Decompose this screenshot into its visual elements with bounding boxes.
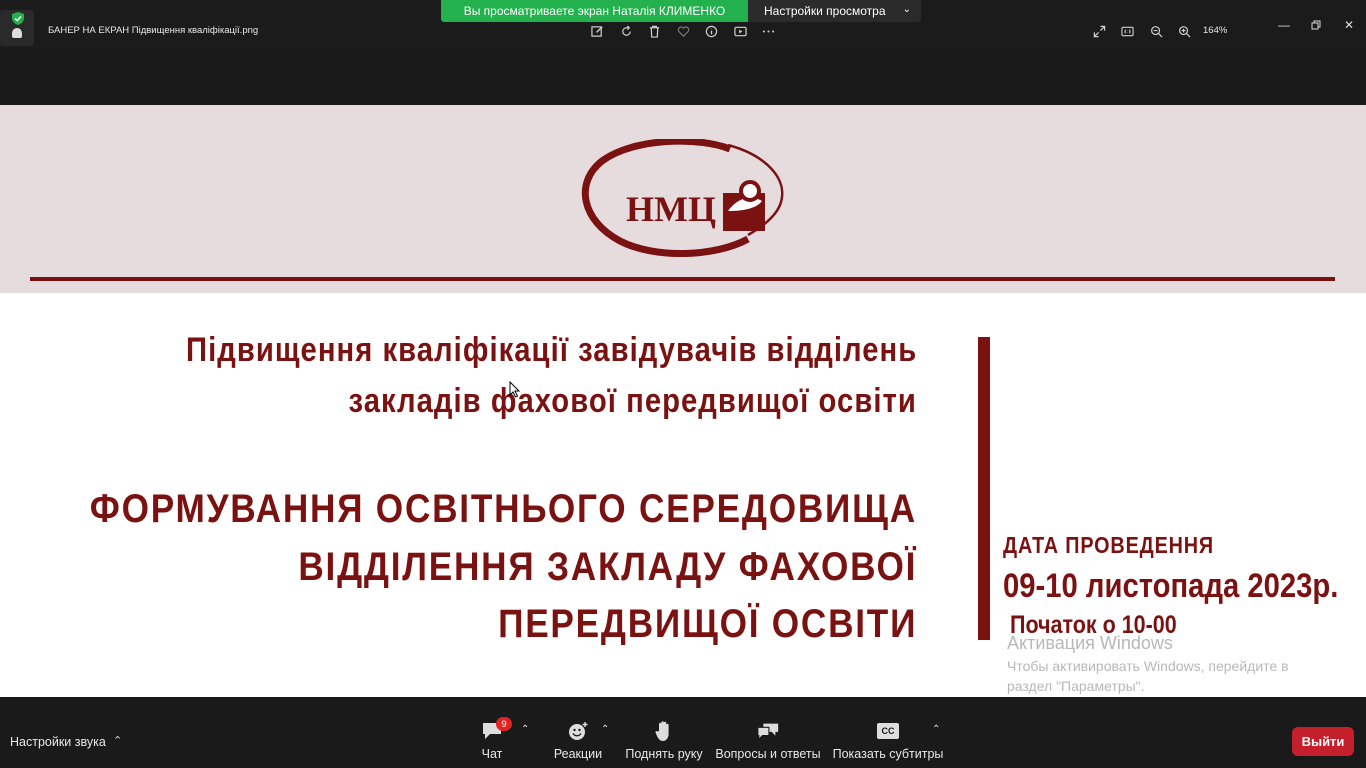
heading-line-2: закладів фахової передвищої освіти xyxy=(348,382,917,420)
close-icon[interactable]: ✕ xyxy=(1341,17,1357,33)
restore-icon[interactable] xyxy=(1308,17,1324,33)
hand-icon xyxy=(652,720,676,742)
user-icon xyxy=(12,28,22,38)
expand-icon[interactable] xyxy=(1091,23,1107,39)
info-icon[interactable] xyxy=(703,23,719,39)
windows-activation-text: Чтобы активировать Windows, перейдите в … xyxy=(1007,658,1289,694)
view-settings-label: Настройки просмотра xyxy=(764,4,886,18)
heading-line-1: Підвищення кваліфікації завідувачів відд… xyxy=(185,331,917,369)
mouse-cursor-icon xyxy=(509,381,520,398)
view-settings-button[interactable]: Настройки просмотра ⌄ xyxy=(748,0,921,22)
reactions-label: Реакции xyxy=(553,747,603,761)
windows-activation-title: Активация Windows xyxy=(1007,633,1173,653)
chat-label: Чат xyxy=(481,747,503,761)
app-icon[interactable] xyxy=(0,10,34,46)
captions-label: Показать субтитры xyxy=(832,747,944,761)
slide-rule xyxy=(30,277,1335,281)
rotate-icon[interactable] xyxy=(618,23,634,39)
exit-button[interactable]: Выйти xyxy=(1292,727,1354,756)
qa-icon xyxy=(756,720,780,742)
logo-text: НМЦ xyxy=(626,189,716,229)
shield-icon xyxy=(12,12,24,25)
qa-label: Вопросы и ответы xyxy=(715,747,821,761)
chevron-up-icon[interactable]: ⌃ xyxy=(601,724,609,735)
chevron-up-icon[interactable]: ⌃ xyxy=(113,734,122,747)
captions-button[interactable]: CC Показать субтитры xyxy=(833,720,943,766)
vertical-divider xyxy=(978,337,990,640)
slideshow-icon[interactable] xyxy=(732,23,748,39)
chat-badge: 9 xyxy=(496,717,512,731)
delete-icon[interactable] xyxy=(646,23,662,39)
raise-hand-button[interactable]: Поднять руку xyxy=(623,720,705,766)
chevron-up-icon[interactable]: ⌃ xyxy=(521,724,529,735)
raise-hand-label: Поднять руку xyxy=(625,747,703,761)
zoom-level[interactable]: 164% xyxy=(1203,25,1227,36)
more-icon[interactable] xyxy=(760,23,776,39)
topic-line-3: ПЕРЕДВИЩОЇ ОСВІТИ xyxy=(497,602,917,646)
audio-settings-button[interactable]: Настройки звука xyxy=(10,735,106,749)
window-title: БАНЕР НА ЕКРАН Підвищення кваліфікації.p… xyxy=(48,25,259,36)
edit-icon[interactable] xyxy=(589,23,605,39)
chevron-down-icon: ⌄ xyxy=(902,4,911,15)
topic-line-2: ВІДДІЛЕННЯ ЗАКЛАДУ ФАХОВОЇ xyxy=(298,545,917,589)
smiley-icon xyxy=(566,720,590,742)
qa-button[interactable]: Вопросы и ответы xyxy=(715,720,821,766)
captions-icon: CC xyxy=(876,720,900,742)
topic-line-1: ФОРМУВАННЯ ОСВІТНЬОГО СЕРЕДОВИЩА xyxy=(89,487,917,531)
zoom-out-icon[interactable] xyxy=(1148,23,1164,39)
chevron-up-icon[interactable]: ⌃ xyxy=(932,724,940,735)
favorite-icon[interactable] xyxy=(675,23,691,39)
reactions-button[interactable]: Реакции xyxy=(552,720,604,766)
actual-size-icon[interactable] xyxy=(1119,23,1135,39)
share-banner: Вы просматриваете экран Наталія КЛИМЕНКО xyxy=(441,0,748,22)
logo: НМЦ xyxy=(581,139,784,257)
zoom-in-icon[interactable] xyxy=(1176,23,1192,39)
shared-screen: НМЦ Підвищення кваліфікації завідувачів … xyxy=(0,105,1366,697)
date-label: ДАТА ПРОВЕДЕННЯ xyxy=(1003,532,1214,558)
date-value: 09-10 листопада 2023р. xyxy=(1003,567,1339,605)
minimize-icon[interactable]: — xyxy=(1276,17,1292,33)
